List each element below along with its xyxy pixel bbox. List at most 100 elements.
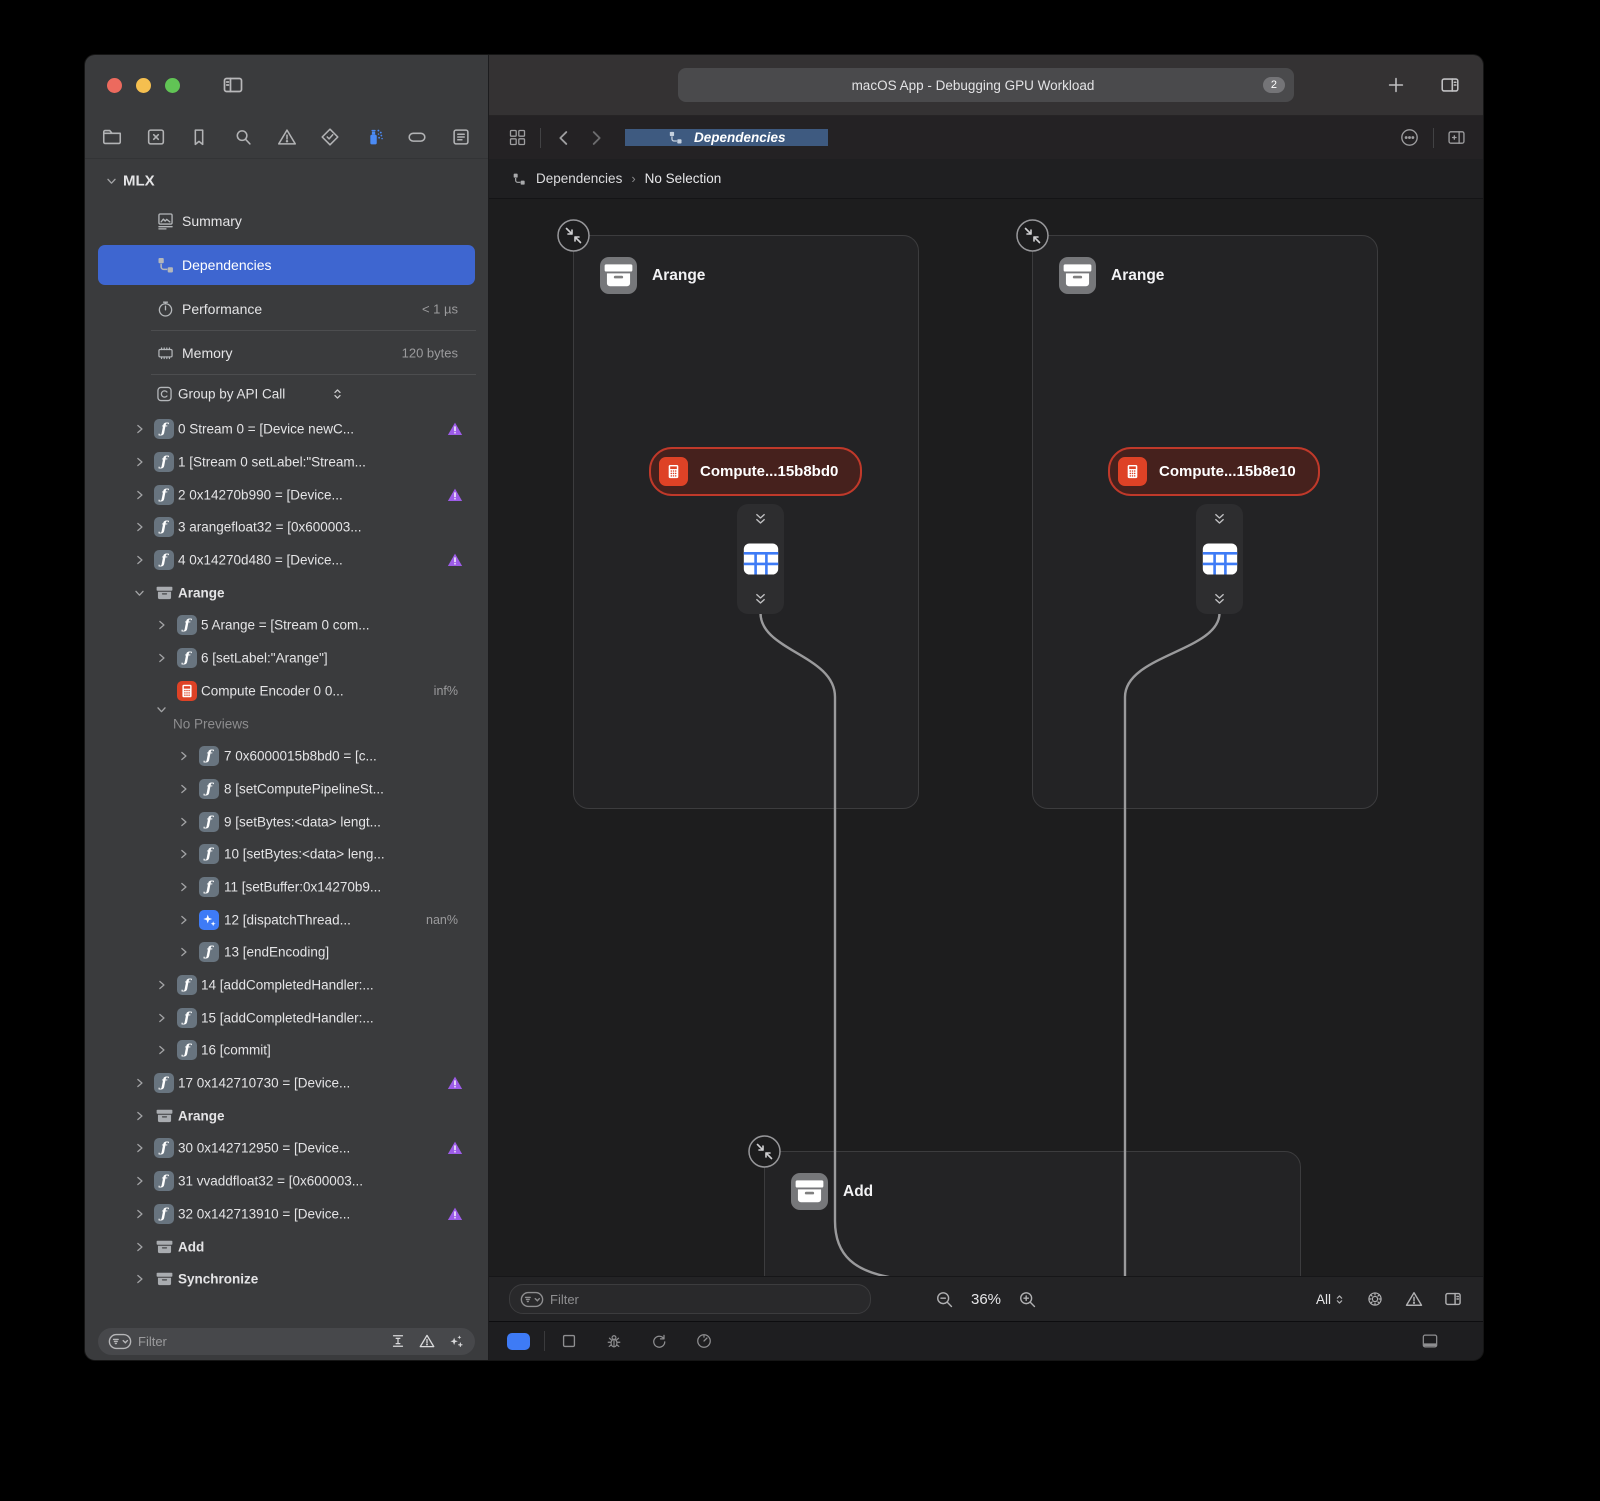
- tree-row[interactable]: Performance< 1 µs: [85, 287, 488, 331]
- disclosure-right-icon[interactable]: [133, 423, 146, 436]
- flatten-icon[interactable]: [389, 1332, 407, 1350]
- tree-row[interactable]: ƒ0 Stream 0 = [Device newC...: [85, 413, 488, 446]
- folder-icon[interactable]: [101, 126, 123, 148]
- tree-root-row[interactable]: MLX: [85, 163, 488, 199]
- updown-icon[interactable]: [330, 387, 345, 402]
- tree-row[interactable]: ƒ10 [setBytes:<data> leng...: [85, 838, 488, 871]
- zoom-in-icon[interactable]: [1017, 1289, 1038, 1310]
- buffer-table-icon[interactable]: [741, 541, 781, 577]
- tree-row[interactable]: ƒ4 0x14270d480 = [Device...: [85, 544, 488, 577]
- disclosure-right-icon[interactable]: [133, 554, 146, 567]
- disclosure-down-icon[interactable]: [155, 703, 168, 716]
- resource-connector[interactable]: [1196, 504, 1243, 614]
- search-icon[interactable]: [232, 126, 254, 148]
- disclosure-right-icon[interactable]: [177, 880, 190, 893]
- disclosure-right-icon[interactable]: [133, 1207, 146, 1220]
- disclosure-right-icon[interactable]: [133, 1077, 146, 1090]
- panel-right-icon[interactable]: [1443, 1289, 1463, 1309]
- disclosure-right-icon[interactable]: [133, 1273, 146, 1286]
- tree-row[interactable]: ƒ11 [setBuffer:0x14270b9...: [85, 871, 488, 904]
- tag-icon[interactable]: [406, 126, 428, 148]
- tree-row[interactable]: No Previews: [85, 707, 488, 740]
- sparkles-icon[interactable]: [447, 1332, 465, 1350]
- compute-encoder-node[interactable]: Compute...15b8e10: [1108, 447, 1320, 496]
- window-title-tab[interactable]: macOS App - Debugging GPU Workload 2: [678, 68, 1294, 102]
- resource-connector[interactable]: [737, 504, 784, 614]
- tree-row[interactable]: ƒ6 [setLabel:"Arange"]: [85, 642, 488, 675]
- zoom-button[interactable]: [165, 78, 180, 93]
- tree-row[interactable]: ƒ31 vvaddfloat32 = [0x600003...: [85, 1165, 488, 1198]
- tree-row[interactable]: Summary: [85, 199, 488, 243]
- minimize-button[interactable]: [136, 78, 151, 93]
- breadcrumb-root[interactable]: Dependencies: [536, 171, 622, 186]
- tree-row[interactable]: ƒ1 [Stream 0 setLabel:"Stream...: [85, 446, 488, 479]
- tree-row[interactable]: ƒ30 0x142712950 = [Device...: [85, 1132, 488, 1165]
- panel-bottom-icon[interactable]: [1420, 1331, 1440, 1351]
- tree-row[interactable]: 12 [dispatchThread...nan%: [85, 903, 488, 936]
- canvas-filter-input[interactable]: Filter: [509, 1284, 871, 1314]
- compute-encoder-node[interactable]: Compute...15b8bd0: [649, 447, 862, 496]
- gauge-icon[interactable]: [694, 1331, 714, 1351]
- gear-icon[interactable]: [1365, 1289, 1385, 1309]
- tree-row[interactable]: Arange: [85, 576, 488, 609]
- tree-row[interactable]: ƒ5 Arange = [Stream 0 com...: [85, 609, 488, 642]
- replay-icon[interactable]: [649, 1331, 669, 1351]
- more-options-icon[interactable]: [1398, 126, 1421, 149]
- disclosure-right-icon[interactable]: [133, 1109, 146, 1122]
- tree-row[interactable]: Add: [85, 1230, 488, 1263]
- tree-row[interactable]: ƒ32 0x142713910 = [Device...: [85, 1198, 488, 1231]
- disclosure-right-icon[interactable]: [155, 1044, 168, 1057]
- close-button[interactable]: [107, 78, 122, 93]
- tree-row[interactable]: Compute Encoder 0 0...inf%: [85, 675, 488, 708]
- gpu-frame-icon[interactable]: [363, 126, 385, 148]
- disclosure-right-icon[interactable]: [133, 521, 146, 534]
- tree-row[interactable]: ƒ7 0x6000015b8bd0 = [c...: [85, 740, 488, 773]
- add-editor-icon[interactable]: [1446, 127, 1467, 148]
- disclosure-right-icon[interactable]: [133, 1142, 146, 1155]
- report-icon[interactable]: [450, 126, 472, 148]
- disclosure-right-icon[interactable]: [133, 488, 146, 501]
- tree-row[interactable]: ƒ9 [setBytes:<data> lengt...: [85, 805, 488, 838]
- bookmark-icon[interactable]: [188, 126, 210, 148]
- zoom-out-icon[interactable]: [934, 1289, 955, 1310]
- collapse-group-button[interactable]: [557, 219, 590, 252]
- tree-row[interactable]: ƒ15 [addCompletedHandler:...: [85, 1001, 488, 1034]
- scope-selector[interactable]: All: [1316, 1292, 1346, 1307]
- add-tab-button[interactable]: [1385, 74, 1407, 96]
- disclosure-right-icon[interactable]: [155, 1011, 168, 1024]
- warning-icon[interactable]: [1404, 1289, 1424, 1309]
- tree-row[interactable]: Dependencies: [85, 243, 488, 287]
- disclosure-right-icon[interactable]: [177, 848, 190, 861]
- tree-row[interactable]: ƒ8 [setComputePipelineSt...: [85, 773, 488, 806]
- disclosure-right-icon[interactable]: [133, 456, 146, 469]
- back-button[interactable]: [553, 127, 575, 149]
- disclosure-right-icon[interactable]: [177, 815, 190, 828]
- disclosure-right-icon[interactable]: [155, 619, 168, 632]
- tree-row[interactable]: Synchronize: [85, 1263, 488, 1296]
- disclosure-right-icon[interactable]: [177, 782, 190, 795]
- tree-row[interactable]: ƒ3 arangefloat32 = [0x600003...: [85, 511, 488, 544]
- warning-icon[interactable]: [276, 126, 298, 148]
- tree-row[interactable]: Group by API Call: [85, 375, 488, 413]
- disclosure-down-icon[interactable]: [105, 175, 118, 188]
- tree-row[interactable]: Arange: [85, 1099, 488, 1132]
- bug-icon[interactable]: [604, 1331, 624, 1351]
- forward-button[interactable]: [585, 127, 607, 149]
- tree-row[interactable]: ƒ2 0x14270b990 = [Device...: [85, 478, 488, 511]
- capture-icon[interactable]: [145, 126, 167, 148]
- disclosure-right-icon[interactable]: [177, 913, 190, 926]
- tree-row[interactable]: ƒ17 0x142710730 = [Device...: [85, 1067, 488, 1100]
- disclosure-right-icon[interactable]: [177, 750, 190, 763]
- disclosure-right-icon[interactable]: [177, 946, 190, 959]
- sidebar-filter-input[interactable]: Filter: [98, 1328, 475, 1355]
- collapse-group-button[interactable]: [1016, 219, 1049, 252]
- sidebar-toggle-icon[interactable]: [221, 73, 245, 97]
- disclosure-right-icon[interactable]: [155, 979, 168, 992]
- buffer-table-icon[interactable]: [1200, 541, 1240, 577]
- tree-row[interactable]: ƒ16 [commit]: [85, 1034, 488, 1067]
- capture-scope-chip[interactable]: [507, 1333, 530, 1350]
- disclosure-right-icon[interactable]: [133, 1240, 146, 1253]
- disclosure-down-icon[interactable]: [133, 586, 146, 599]
- tree-row[interactable]: ƒ13 [endEncoding]: [85, 936, 488, 969]
- dependency-graph-canvas[interactable]: ArangeArangeAddCompute...15b8bd0 Compute…: [489, 199, 1483, 1276]
